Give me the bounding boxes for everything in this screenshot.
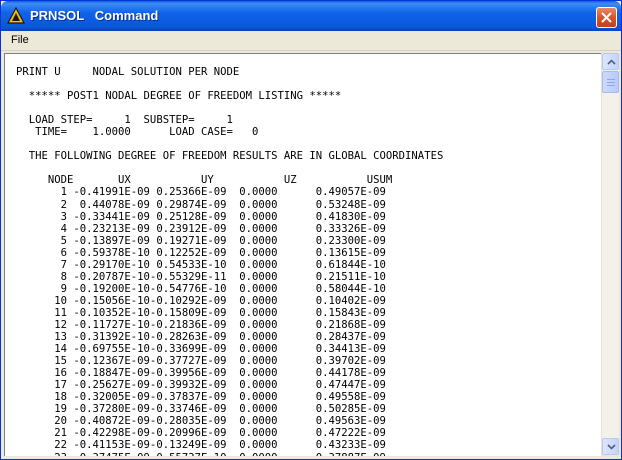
listing-header-line <box>16 162 601 174</box>
table-row: 7 -0.29170E-10 0.54533E-10 0.0000 0.6184… <box>16 258 386 271</box>
menu-bar: File <box>1 31 621 51</box>
listing-header-line: PRINT U NODAL SOLUTION PER NODE <box>16 66 240 78</box>
table-row: 18 -0.32005E-09-0.37837E-09 0.0000 0.495… <box>16 391 386 404</box>
listing-header-line <box>16 78 601 90</box>
menu-file[interactable]: File <box>11 34 29 46</box>
close-button[interactable] <box>596 7 617 28</box>
table-row: 21 -0.42298E-09-0.20996E-09 0.0000 0.472… <box>16 427 386 440</box>
listing-header-line: TIME= 1.0000 LOAD CASE= 0 <box>16 126 259 139</box>
table-row: 10 -0.15056E-10-0.10292E-09 0.0000 0.104… <box>16 294 386 307</box>
table-row: 1 -0.41991E-09 0.25366E-09 0.0000 0.4905… <box>16 186 386 199</box>
listing-header-line <box>16 102 601 114</box>
listing-header-line: ***** POST1 NODAL DEGREE OF FREEDOM LIST… <box>16 90 342 103</box>
scroll-down-icon <box>607 444 616 450</box>
scroll-thumb[interactable] <box>602 71 619 93</box>
table-row: 4 -0.23213E-09 0.23912E-09 0.0000 0.3332… <box>16 222 386 235</box>
scroll-up-icon <box>607 59 616 65</box>
scroll-up-button[interactable] <box>602 53 619 70</box>
table-row: 19 -0.37280E-09-0.33746E-09 0.0000 0.502… <box>16 403 386 416</box>
prnsol-command-window: PRNSOL Command File PRINT U NODAL SOLUTI… <box>0 0 622 460</box>
table-row: 8 -0.20787E-10-0.55329E-11 0.0000 0.2151… <box>16 270 386 283</box>
table-row: 5 -0.13897E-09 0.19271E-09 0.0000 0.2330… <box>16 234 386 247</box>
table-row: 23 -0.37475E-09-0.55737E-10 0.0000 0.378… <box>16 452 601 457</box>
table-header: NODE UX UY UZ USUM <box>16 174 393 187</box>
listing-header-line: LOAD STEP= 1 SUBSTEP= 1 <box>16 114 233 127</box>
table-row: 13 -0.31392E-10-0.28263E-09 0.0000 0.284… <box>16 331 386 344</box>
table-row: 22 -0.41153E-09-0.13249E-09 0.0000 0.432… <box>16 439 386 452</box>
table-row: 11 -0.10352E-10-0.15809E-09 0.0000 0.158… <box>16 306 386 319</box>
table-row: 15 -0.12367E-09-0.37727E-09 0.0000 0.397… <box>16 355 386 368</box>
table-row: 3 -0.33441E-09 0.25128E-09 0.0000 0.4183… <box>16 210 386 223</box>
table-row: 17 -0.25627E-09-0.39932E-09 0.0000 0.474… <box>16 379 386 392</box>
title-bar[interactable]: PRNSOL Command <box>1 1 621 31</box>
table-row: 9 -0.19200E-10-0.54776E-10 0.0000 0.5804… <box>16 282 386 295</box>
table-row: 16 -0.18847E-09-0.39956E-09 0.0000 0.441… <box>16 367 386 380</box>
listing-header-line <box>16 138 601 150</box>
window-title: PRNSOL Command <box>30 8 159 23</box>
table-row: 12 -0.11727E-10-0.21836E-09 0.0000 0.218… <box>16 318 386 331</box>
vertical-scrollbar[interactable] <box>601 53 619 455</box>
scroll-down-button[interactable] <box>602 438 619 455</box>
output-pane[interactable]: PRINT U NODAL SOLUTION PER NODE ***** PO… <box>4 53 601 456</box>
table-row: 2 0.44078E-09 0.29874E-09 0.0000 0.53248… <box>16 198 386 211</box>
close-icon <box>601 12 612 23</box>
listing-header-line: THE FOLLOWING DEGREE OF FREEDOM RESULTS … <box>16 150 444 163</box>
table-row: 6 -0.59378E-10 0.12252E-09 0.0000 0.1361… <box>16 246 386 259</box>
table-row: 20 -0.40872E-09-0.28035E-09 0.0000 0.495… <box>16 415 386 428</box>
listing-output: PRINT U NODAL SOLUTION PER NODE ***** PO… <box>5 54 601 456</box>
ansys-triangle-icon <box>7 6 25 25</box>
table-row: 14 -0.69755E-10-0.33699E-09 0.0000 0.344… <box>16 343 386 356</box>
